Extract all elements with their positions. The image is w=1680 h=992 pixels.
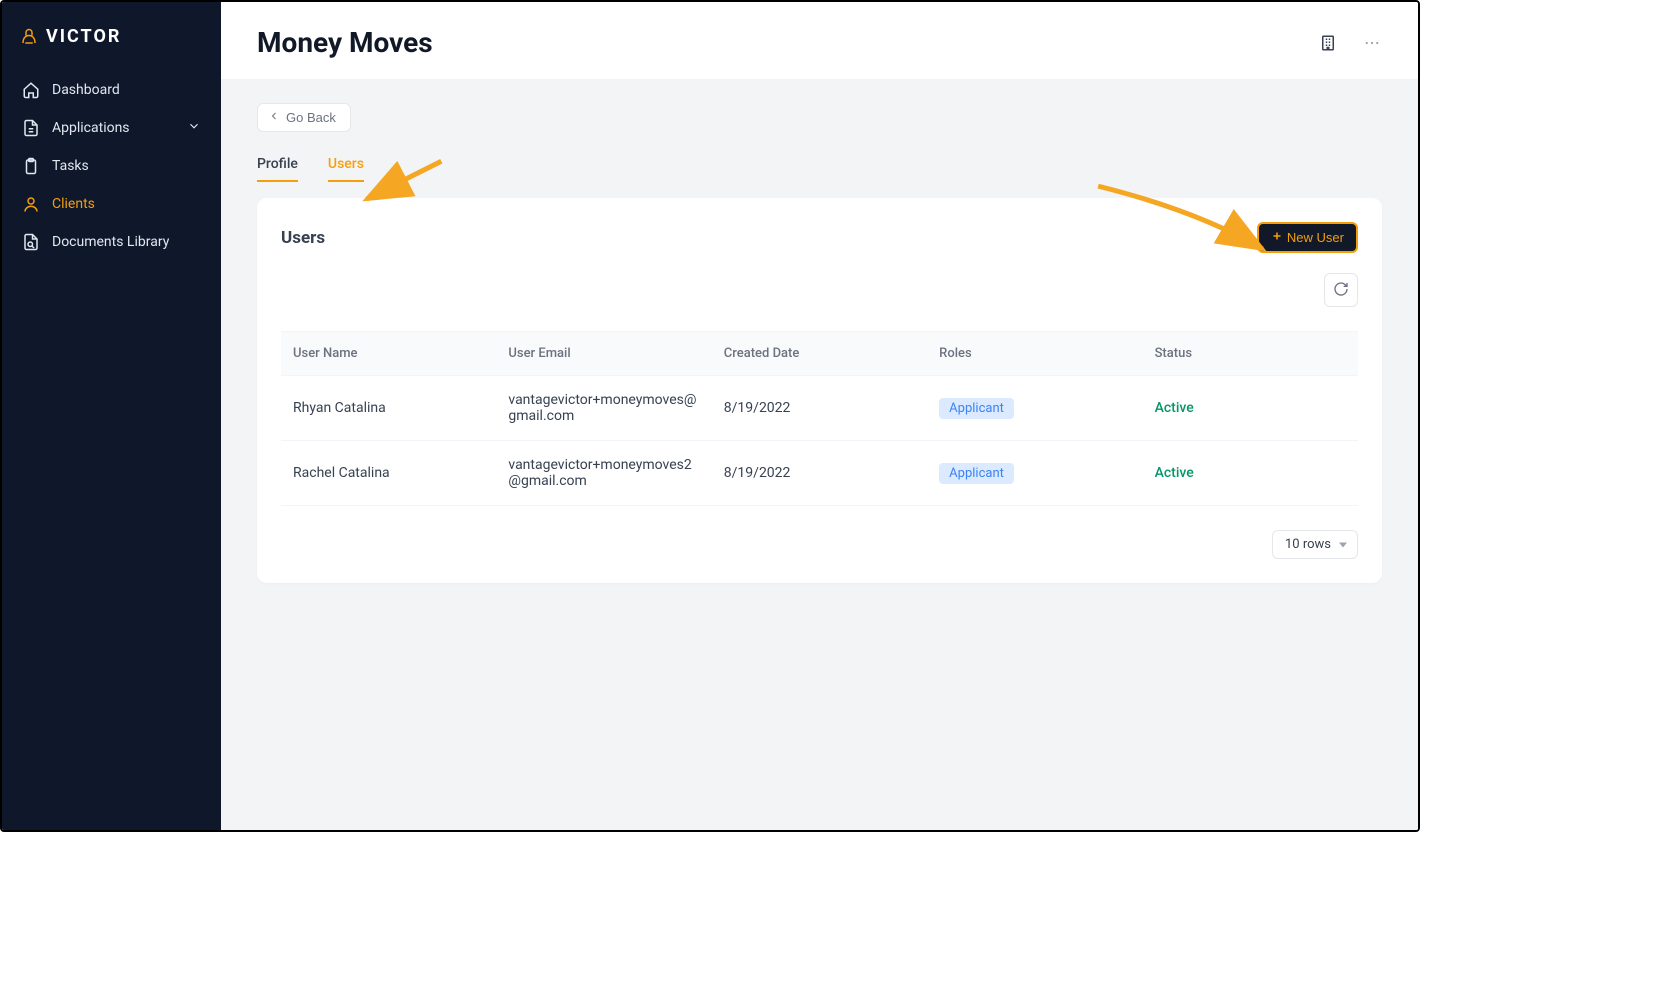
sidebar-item-dashboard[interactable]: Dashboard: [2, 71, 221, 109]
new-user-label: New User: [1287, 230, 1344, 245]
cell-status: Active: [1143, 441, 1358, 506]
chevron-down-icon: [187, 119, 201, 137]
building-icon[interactable]: [1318, 33, 1338, 53]
file-icon: [22, 119, 40, 137]
brand-logo-icon: [20, 28, 38, 46]
home-icon: [22, 81, 40, 99]
table-row[interactable]: Rachel Catalina vantagevictor+moneymoves…: [281, 441, 1358, 506]
col-created-date[interactable]: Created Date: [712, 332, 927, 376]
cell-user-name: Rachel Catalina: [281, 441, 496, 506]
refresh-button[interactable]: [1324, 273, 1358, 307]
paginator: 10 rows: [281, 530, 1358, 559]
cell-roles: Applicant: [927, 441, 1142, 506]
main: Money Moves Go Back Profile: [221, 2, 1418, 830]
col-user-name[interactable]: User Name: [281, 332, 496, 376]
header-actions: [1318, 33, 1382, 53]
users-panel: Users New User: [257, 198, 1382, 583]
sidebar-item-label: Clients: [52, 196, 95, 212]
tabs: Profile Users: [257, 156, 1382, 182]
content-area: Go Back Profile Users Users New: [221, 79, 1418, 830]
col-user-email[interactable]: User Email: [496, 332, 711, 376]
cell-user-email: vantagevictor+moneymoves@gmail.com: [496, 376, 711, 441]
more-icon[interactable]: [1362, 33, 1382, 53]
plus-icon: [1271, 230, 1283, 245]
role-chip: Applicant: [939, 463, 1014, 484]
refresh-icon: [1333, 281, 1349, 300]
rows-select-label: 10 rows: [1285, 537, 1331, 552]
sidebar-item-label: Documents Library: [52, 234, 169, 250]
panel-title: Users: [281, 228, 325, 248]
brand-name: VICTOR: [46, 26, 121, 47]
role-chip: Applicant: [939, 398, 1014, 419]
panel-header: Users New User: [281, 222, 1358, 253]
page-header: Money Moves: [221, 2, 1418, 79]
app-window: VICTOR Dashboard Applications: [0, 0, 1420, 832]
rows-per-page-select[interactable]: 10 rows: [1272, 530, 1358, 559]
users-table: User Name User Email Created Date Roles …: [281, 331, 1358, 506]
cell-status: Active: [1143, 376, 1358, 441]
clipboard-icon: [22, 157, 40, 175]
document-search-icon: [22, 233, 40, 251]
sidebar-item-documents-library[interactable]: Documents Library: [2, 223, 221, 261]
nav-list: Dashboard Applications Tasks: [2, 71, 221, 261]
tab-label: Profile: [257, 156, 298, 172]
table-header-row: User Name User Email Created Date Roles …: [281, 332, 1358, 376]
sidebar-item-label: Dashboard: [52, 82, 120, 98]
sidebar-item-applications[interactable]: Applications: [2, 109, 221, 147]
tab-profile[interactable]: Profile: [257, 156, 298, 182]
refresh-row: [281, 273, 1358, 307]
col-roles[interactable]: Roles: [927, 332, 1142, 376]
cell-roles: Applicant: [927, 376, 1142, 441]
tab-users[interactable]: Users: [328, 156, 364, 182]
go-back-button[interactable]: Go Back: [257, 103, 351, 132]
cell-user-email: vantagevictor+moneymoves2@gmail.com: [496, 441, 711, 506]
cell-created-date: 8/19/2022: [712, 376, 927, 441]
cell-created-date: 8/19/2022: [712, 441, 927, 506]
sidebar-item-clients[interactable]: Clients: [2, 185, 221, 223]
sidebar-item-label: Tasks: [52, 158, 89, 174]
sidebar: VICTOR Dashboard Applications: [2, 2, 221, 830]
table-row[interactable]: Rhyan Catalina vantagevictor+moneymoves@…: [281, 376, 1358, 441]
tab-label: Users: [328, 156, 364, 172]
cell-user-name: Rhyan Catalina: [281, 376, 496, 441]
status-badge: Active: [1155, 465, 1194, 481]
go-back-label: Go Back: [286, 110, 336, 125]
user-icon: [22, 195, 40, 213]
sidebar-item-label: Applications: [52, 120, 130, 136]
chevron-left-icon: [268, 110, 280, 125]
page-title: Money Moves: [257, 26, 433, 59]
status-badge: Active: [1155, 400, 1194, 416]
brand: VICTOR: [2, 18, 221, 71]
new-user-button[interactable]: New User: [1257, 222, 1358, 253]
col-status[interactable]: Status: [1143, 332, 1358, 376]
sidebar-item-tasks[interactable]: Tasks: [2, 147, 221, 185]
